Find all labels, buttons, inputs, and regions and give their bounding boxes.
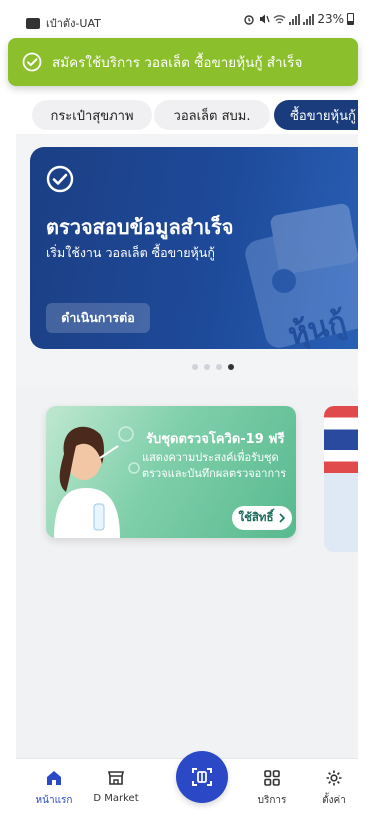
promo-title: รับชุดตรวจโควิด-19 ฟรี — [146, 432, 285, 447]
bottom-nav: หน้าแรก D Market บริการ ตั้งค่า — [16, 751, 358, 823]
category-tabs: กระเป๋าสุขภาพ วอลเล็ต สบม. ซื้อขายหุ้นกู… — [16, 100, 358, 134]
store-icon — [107, 771, 125, 785]
pager-dot-active[interactable] — [228, 364, 234, 370]
scan-button[interactable] — [176, 751, 228, 803]
scan-icon — [192, 768, 212, 786]
grid-icon — [264, 770, 280, 786]
signal-2-icon — [303, 13, 315, 25]
woman-test-illustration-icon — [54, 426, 140, 538]
tab-bond-trading[interactable]: ซื้อขายหุ้นกู้ — [274, 100, 358, 130]
check-circle-icon — [46, 165, 74, 193]
nav-home-label: หน้าแรก — [35, 795, 73, 806]
nav-home[interactable]: หน้าแรก — [24, 769, 84, 808]
banner-subtitle: เริ่มใช้งาน วอลเล็ต ซื้อขายหุ้นกู้ — [46, 245, 215, 260]
claim-right-label: ใช้สิทธิ์ — [238, 510, 274, 524]
status-bar: เป๋าตัง-UAT 23% — [16, 0, 358, 34]
verification-banner: หุ้นกู้ ตรวจสอบข้อมูลสำเร็จ เริ่มใช้งาน … — [30, 147, 358, 349]
promo-section: รับชุดตรวจโควิด-19 ฟรี แสดงความประสงค์เพ… — [16, 388, 358, 758]
app-notification-icon — [26, 17, 40, 29]
promo-card-next[interactable] — [324, 406, 358, 552]
claim-right-button[interactable]: ใช้สิทธิ์ — [232, 506, 292, 530]
alarm-icon — [244, 15, 255, 25]
banner-pager — [192, 364, 234, 370]
pager-dot[interactable] — [204, 364, 210, 370]
nav-services[interactable]: บริการ — [242, 769, 302, 808]
nav-d-market[interactable]: D Market — [86, 769, 146, 804]
home-icon — [47, 771, 61, 785]
battery-percent: 23% — [317, 12, 344, 26]
status-left: เป๋าตัง-UAT — [26, 14, 101, 32]
nav-settings[interactable]: ตั้งค่า — [304, 769, 358, 808]
wifi-icon — [273, 14, 286, 24]
continue-button[interactable]: ดำเนินการต่อ — [46, 303, 150, 333]
check-circle-icon — [22, 52, 42, 72]
nav-settings-label: ตั้งค่า — [322, 795, 346, 806]
chevron-right-icon — [278, 513, 285, 523]
tab-savings-bond-wallet[interactable]: วอลเล็ต สบม. — [154, 100, 270, 130]
covid-test-kit-card[interactable]: รับชุดตรวจโควิด-19 ฟรี แสดงความประสงค์เพ… — [46, 406, 296, 538]
promo-description: แสดงความประสงค์เพื่อรับชุดตรวจและบันทึกผ… — [142, 451, 287, 480]
tab-health-wallet[interactable]: กระเป๋าสุขภาพ — [32, 100, 152, 130]
gear-icon — [326, 770, 342, 786]
nav-services-label: บริการ — [257, 795, 287, 806]
battery-icon — [347, 13, 354, 25]
toast-message: สมัครใช้บริการ วอลเล็ต ซื้อขายหุ้นกู้ สำ… — [52, 55, 303, 71]
status-app-name: เป๋าตัง-UAT — [46, 17, 101, 30]
pager-dot[interactable] — [216, 364, 222, 370]
signal-icon — [289, 13, 301, 25]
success-toast[interactable]: สมัครใช้บริการ วอลเล็ต ซื้อขายหุ้นกู้ สำ… — [8, 38, 358, 86]
mute-icon — [260, 14, 270, 24]
bond-illustration-icon: หุ้นกู้ — [245, 203, 358, 349]
app-screen: เป๋าตัง-UAT 23% กระเป๋าสุขภาพ วอลเล็ต สบ… — [16, 0, 358, 823]
status-right: 23% — [243, 12, 354, 26]
banner-title: ตรวจสอบข้อมูลสำเร็จ — [46, 215, 234, 239]
pager-dot[interactable] — [192, 364, 198, 370]
nav-d-market-label: D Market — [93, 793, 139, 804]
